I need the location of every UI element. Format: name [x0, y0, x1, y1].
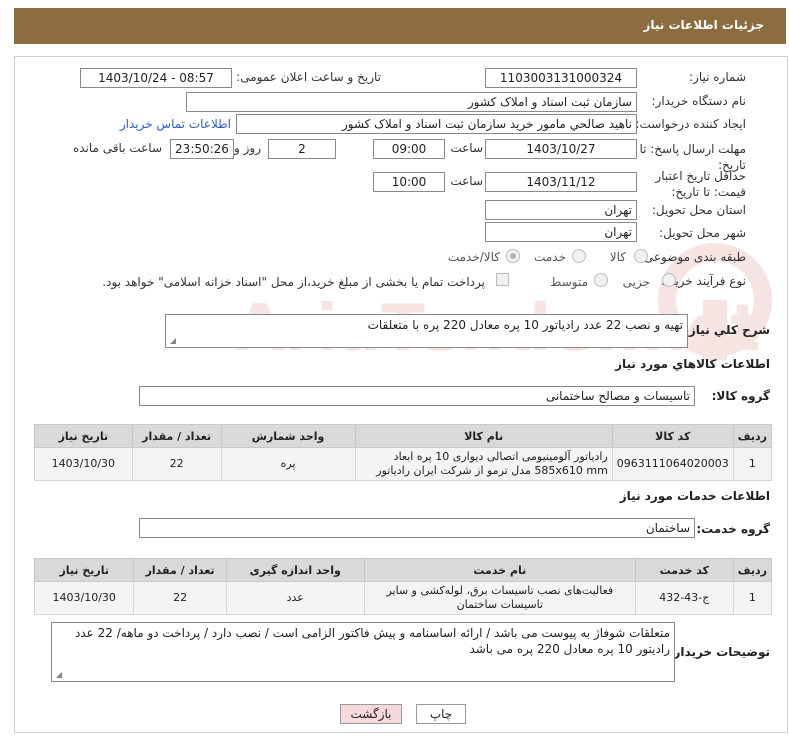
services-table-header: ردیف کد خدمت نام خدمت واحد اندازه گیری ت… [33, 558, 773, 582]
category-option-goods: کالا [609, 250, 626, 264]
col-goods-code: کد کالا [611, 424, 734, 448]
col-row: ردیف [732, 424, 773, 448]
col-service-name: نام خدمت [363, 558, 636, 582]
col-service-code: کد خدمت [634, 558, 734, 582]
creator-label: ایجاد کننده درخواست: [635, 117, 746, 131]
print-button[interactable]: چاپ [416, 704, 466, 724]
unit: پره [220, 447, 356, 481]
measure-unit: عدد [225, 581, 365, 615]
col-unit: واحد شمارش [220, 424, 356, 448]
col-quantity: تعداد / مقدار [133, 558, 227, 582]
category-radio-goods[interactable] [634, 249, 648, 263]
deadline-hour-label: ساعت [450, 141, 483, 155]
buyer-notes-field[interactable]: متعلقات شوفاژ به پیوست می باشد / ارائه ا… [51, 622, 675, 682]
service-group-label: گروه خدمت: [696, 522, 770, 536]
price-validity-label: حداقل تاریخ اعتبار قیمت: تا تاریخ: [655, 169, 746, 199]
price-hour-label: ساعت [450, 174, 483, 188]
description-label: شرح کلي نیاز: [684, 323, 770, 337]
category-option-service: خدمت [534, 250, 566, 264]
process-radio-medium[interactable] [594, 273, 608, 287]
resize-grip-icon[interactable]: ◢ [54, 671, 62, 679]
province-field[interactable]: تهران [485, 200, 637, 220]
price-date-field[interactable]: 1403/11/12 [485, 172, 637, 192]
remaining-label: ساعت باقی مانده [72, 141, 162, 155]
treasury-checkbox[interactable] [496, 273, 509, 286]
col-measure-unit: واحد اندازه گیری [225, 558, 365, 582]
category-label: طبقه بندی موضوعی: [639, 250, 746, 264]
category-option-goods-service: کالا/خدمت [447, 250, 500, 264]
back-button[interactable]: بازگشت [340, 704, 402, 724]
page-title: جزئیات اطلاعات نیاز [643, 18, 764, 32]
page-header: جزئیات اطلاعات نیاز [14, 8, 786, 44]
announce-field[interactable]: 1403/10/24 - 08:57 [80, 68, 232, 88]
goods-section-title: اطلاعات کالاهاي مورد نیاز [615, 357, 770, 371]
deadline-time-field[interactable]: 09:00 [373, 139, 445, 159]
goods-group-label: گروه کالا: [711, 389, 770, 403]
city-label: شهر محل تحویل: [659, 226, 746, 240]
category-radio-service[interactable] [572, 249, 586, 263]
col-need-date: تاریخ نیاز [34, 424, 133, 448]
process-option-minor: جزیی [622, 275, 650, 289]
price-time-field[interactable]: 10:00 [373, 172, 445, 192]
service-code: ج-43-432 [634, 581, 734, 615]
service-group-field[interactable]: ساختمان [139, 518, 695, 538]
description-field[interactable]: تهیه و نصب 22 عدد رادیاتور 10 پره معادل … [165, 314, 688, 348]
remaining-time-field[interactable]: 23:50:26 [170, 139, 234, 159]
buyer-org-field[interactable]: سازمان ثبت اسناد و املاک کشور [186, 92, 637, 112]
quantity: 22 [131, 447, 222, 481]
services-table: ردیف کد خدمت نام خدمت واحد اندازه گیری ت… [33, 558, 773, 615]
process-option-medium: متوسط [550, 275, 588, 289]
col-row: ردیف [732, 558, 773, 582]
goods-table-header: ردیف کد کالا نام کالا واحد شمارش تعداد /… [34, 424, 773, 448]
need-number-field[interactable]: 1103003131000324 [485, 68, 637, 88]
payment-note: پرداخت تمام یا بخشی از مبلغ خرید،از محل … [102, 275, 485, 289]
goods-group-field[interactable]: تاسیسات و مصالح ساختمانی [139, 386, 695, 406]
goods-code: 0963111064020003 [611, 447, 734, 481]
need-number-label: شماره نیاز: [689, 70, 746, 84]
service-name: فعالیت‌های نصب تاسیسات برق، لوله‌کشی و س… [363, 581, 636, 615]
deadline-date-field[interactable]: 1403/10/27 [485, 139, 637, 159]
col-quantity: تعداد / مقدار [131, 424, 222, 448]
row-number: 1 [732, 447, 773, 481]
goods-table: ردیف کد کالا نام کالا واحد شمارش تعداد /… [34, 424, 773, 481]
table-row: 1 0963111064020003 رادیاتور آلومینیومی ا… [34, 447, 773, 481]
category-radio-goods-service[interactable] [506, 249, 520, 263]
need-date: 1403/10/30 [33, 581, 135, 615]
resize-grip-icon[interactable]: ◢ [168, 337, 176, 345]
col-need-date: تاریخ نیاز [33, 558, 135, 582]
process-radio-minor[interactable] [662, 273, 676, 287]
need-date: 1403/10/30 [34, 447, 133, 481]
services-section-title: اطلاعات خدمات مورد نیاز [619, 489, 770, 503]
row-number: 1 [732, 581, 773, 615]
announce-label: تاریخ و ساعت اعلان عمومی: [236, 70, 381, 84]
description-text: تهیه و نصب 22 عدد رادیاتور 10 پره معادل … [367, 318, 683, 332]
creator-field[interactable]: ناهید صالحي مامور خرید سازمان ثبت اسناد … [236, 114, 637, 134]
buyer-org-label: نام دستگاه خریدار: [651, 94, 747, 108]
days-field[interactable]: 2 [268, 139, 336, 159]
buyer-notes-label: توضیحات خریدار: [668, 645, 770, 659]
col-goods-name: نام کالا [354, 424, 613, 448]
buyer-notes-text: متعلقات شوفاژ به پیوست می باشد / ارائه ا… [75, 626, 670, 656]
day-word-label: روز و [234, 141, 261, 155]
quantity: 22 [133, 581, 227, 615]
table-row: 1 ج-43-432 فعالیت‌های نصب تاسیسات برق، ل… [33, 581, 773, 615]
goods-name: رادیاتور آلومینیومی اتصالی دیواری 10 پره… [354, 447, 613, 481]
city-field[interactable]: تهران [485, 222, 637, 242]
buyer-contact-link[interactable]: اطلاعات تماس خریدار [120, 117, 231, 131]
province-label: استان محل تحویل: [651, 203, 746, 217]
